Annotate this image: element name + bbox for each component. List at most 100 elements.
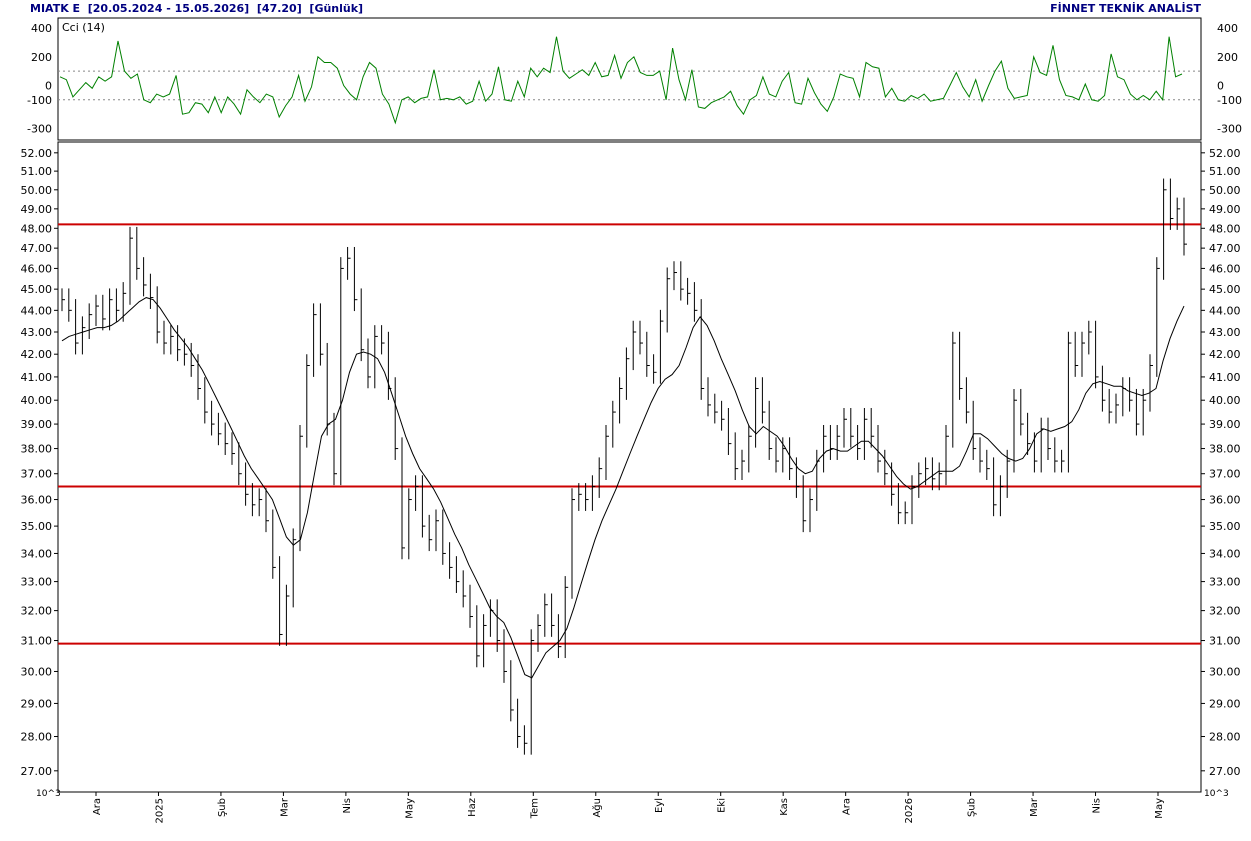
price-tick-right: 47.00 — [1209, 242, 1241, 255]
price-tick-left: 46.00 — [21, 262, 53, 275]
price-tick-right: 30.00 — [1209, 665, 1241, 678]
price-tick-left: 50.00 — [21, 184, 53, 197]
price-bar — [571, 488, 575, 599]
price-bar — [428, 514, 433, 552]
price-bar — [673, 261, 677, 291]
price-bar — [700, 299, 705, 400]
price-bar — [761, 377, 766, 424]
price-bar — [177, 325, 181, 362]
price-bar — [530, 629, 535, 755]
x-tick-label: May — [404, 798, 415, 819]
price-bar — [313, 303, 317, 377]
price-bar — [925, 457, 929, 486]
price-bar — [204, 377, 208, 424]
price-bar — [347, 246, 351, 280]
x-tick-label: Eki — [717, 798, 728, 813]
price-bar — [591, 475, 596, 511]
price-bar — [877, 424, 881, 473]
price-bar — [224, 422, 229, 456]
price-bar — [829, 424, 834, 460]
x-tick-label: Haz — [467, 798, 478, 817]
price-bar — [870, 408, 875, 448]
price-tick-right: 32.00 — [1209, 605, 1241, 618]
price-tick-left: 30.00 — [21, 665, 53, 678]
price-bar — [476, 605, 480, 668]
price-bar — [537, 614, 541, 652]
price-bar — [353, 246, 358, 312]
chart-canvas: 400 400200 2000 0-100 -100-300 -300 27.00 27.0… — [21, 17, 1242, 823]
price-tick-left: 48.00 — [21, 222, 53, 235]
price-bar — [1163, 178, 1167, 280]
price-bar — [904, 501, 909, 525]
x-tick-label: Ara — [92, 798, 103, 815]
cci-line — [59, 36, 1183, 125]
price-bar — [945, 424, 949, 486]
price-bar — [163, 320, 167, 355]
price-tick-right: 29.00 — [1209, 697, 1241, 710]
price-bar — [979, 437, 983, 473]
price-bar — [965, 377, 970, 424]
price-bar — [544, 593, 548, 637]
cci-tick-right: -300 — [1217, 123, 1242, 136]
price-tick-right: 43.00 — [1209, 326, 1241, 339]
price-tick-right: 41.00 — [1209, 371, 1241, 384]
price-bar — [489, 599, 494, 637]
price-bar — [687, 277, 691, 305]
price-bar — [775, 437, 779, 473]
price-tick-right: 35.00 — [1209, 520, 1241, 533]
price-bar — [911, 475, 915, 525]
price-bar — [863, 408, 868, 460]
price-bar — [714, 393, 718, 424]
x-tick-label: Kas — [779, 798, 790, 816]
price-tick-right: 36.00 — [1209, 494, 1241, 507]
price-tick-left: 40.00 — [21, 394, 53, 407]
price-bar — [884, 449, 888, 486]
price-bar — [1108, 388, 1113, 424]
price-bar — [129, 226, 133, 305]
price-bar — [1129, 377, 1133, 412]
price-bar — [510, 660, 514, 722]
price-bar — [340, 257, 344, 486]
price-bar — [449, 542, 453, 579]
price-tick-left: 42.00 — [21, 348, 53, 361]
price-tick-left: 51.00 — [21, 165, 53, 178]
scale-note-right: 10^3 — [1204, 789, 1229, 799]
price-bar — [1013, 388, 1017, 473]
price-bar — [721, 400, 725, 431]
price-bar — [897, 483, 902, 525]
price-bar — [88, 303, 93, 340]
price-bar — [462, 570, 467, 608]
price-tick-right: 37.00 — [1209, 468, 1241, 481]
price-tick-right: 40.00 — [1209, 394, 1241, 407]
price-panel: 27.00 27.00 28.00 28.00 29.00 29.00 30.00 30.00… — [21, 141, 1241, 793]
price-bar — [1054, 437, 1058, 473]
price-bar — [551, 593, 555, 637]
price-bar — [1149, 354, 1153, 412]
price-bar — [666, 267, 671, 333]
price-bar — [102, 294, 106, 331]
x-tick-label: 2026 — [904, 798, 915, 823]
x-axis: Ara 2025 Şub Mar Nis May Haz Tem Ağu Eyl Eki Kas Ara… — [92, 792, 1165, 823]
price-bar — [748, 424, 752, 473]
price-bar — [1122, 377, 1126, 417]
price-bar — [986, 449, 990, 481]
price-frame — [57, 141, 1202, 793]
price-bar — [421, 475, 426, 538]
price-bar — [149, 273, 154, 309]
cci-tick-right: 200 — [1217, 51, 1238, 64]
price-bar — [394, 377, 399, 460]
price-bar — [972, 400, 977, 460]
price-bar — [360, 288, 365, 362]
price-bar — [1101, 365, 1106, 412]
price-tick-left: 35.00 — [21, 520, 53, 533]
price-bar — [483, 614, 487, 668]
price-bar — [319, 303, 324, 366]
price-bar — [999, 475, 1004, 517]
price-bar — [680, 261, 684, 301]
price-bar — [231, 432, 235, 465]
price-bar — [564, 576, 569, 659]
cci-panel: 400 400 200 200 0 0 -100 -100 -300 -300 — [27, 17, 1242, 141]
price-bar — [1047, 417, 1051, 460]
price-bar — [959, 331, 963, 400]
price-bar — [659, 309, 664, 384]
